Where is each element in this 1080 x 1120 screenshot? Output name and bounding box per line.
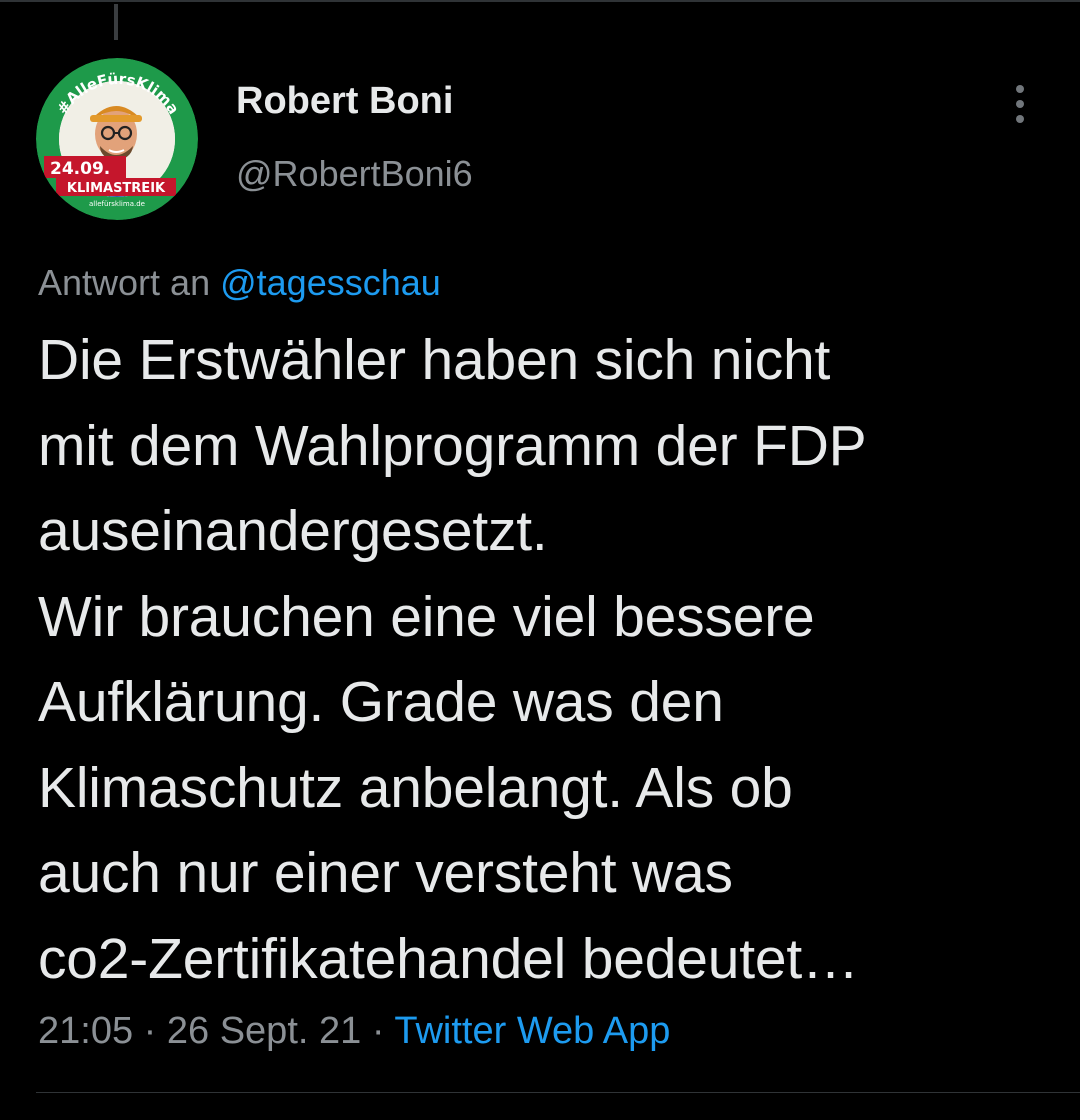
top-divider — [0, 0, 1080, 2]
bottom-divider — [36, 1092, 1080, 1093]
author-name[interactable]: Robert Boni — [236, 80, 453, 123]
tweet-text-line: Aufklärung. Grade was den — [38, 670, 724, 734]
tweet-text-line: Klimaschutz anbelangt. Als ob — [38, 755, 793, 820]
avatar-strike-text: KLIMASTREIK — [67, 181, 166, 196]
more-options-button[interactable] — [1000, 80, 1040, 128]
meta-separator: · — [143, 1010, 157, 1052]
reply-context: Antwort an @tagesschau — [38, 262, 441, 304]
tweet-time[interactable]: 21:05 — [38, 1010, 133, 1052]
tweet-text-line: Wir brauchen eine viel bessere — [38, 584, 815, 649]
reply-mention-link[interactable]: @tagesschau — [220, 262, 441, 303]
tweet-text-line: auseinandergesetzt. — [38, 499, 548, 563]
tweet-source-link[interactable]: Twitter Web App — [394, 1010, 670, 1052]
tweet-text-line: co2-Zertifikatehandel bedeutet… — [38, 926, 859, 991]
tweet-date[interactable]: 26 Sept. 21 — [167, 1010, 361, 1052]
tweet-text-line: mit dem Wahlprogramm der FDP — [38, 413, 867, 478]
avatar-image: #AlleFürsKlima 24.09. KLIMASTREIK allefü… — [36, 58, 198, 220]
reply-prefix: Antwort an — [38, 262, 211, 303]
avatar-date-text: 24.09. — [50, 159, 110, 179]
avatar-url-text: allefürsklima.de — [89, 200, 145, 208]
tweet-text-line: Die Erstwähler haben sich nicht — [38, 328, 831, 392]
author-handle[interactable]: @RobertBoni6 — [236, 153, 473, 195]
avatar[interactable]: #AlleFürsKlima 24.09. KLIMASTREIK allefü… — [36, 58, 198, 220]
tweet-text: Die Erstwähler haben sich nicht mit dem … — [38, 318, 1048, 1002]
tweet-metadata: 21:05 · 26 Sept. 21 · Twitter Web App — [38, 1010, 670, 1053]
thread-connector-line — [114, 4, 118, 40]
more-vertical-icon — [1016, 85, 1024, 123]
meta-separator: · — [371, 1010, 385, 1052]
tweet-text-line: auch nur einer versteht was — [38, 841, 733, 905]
